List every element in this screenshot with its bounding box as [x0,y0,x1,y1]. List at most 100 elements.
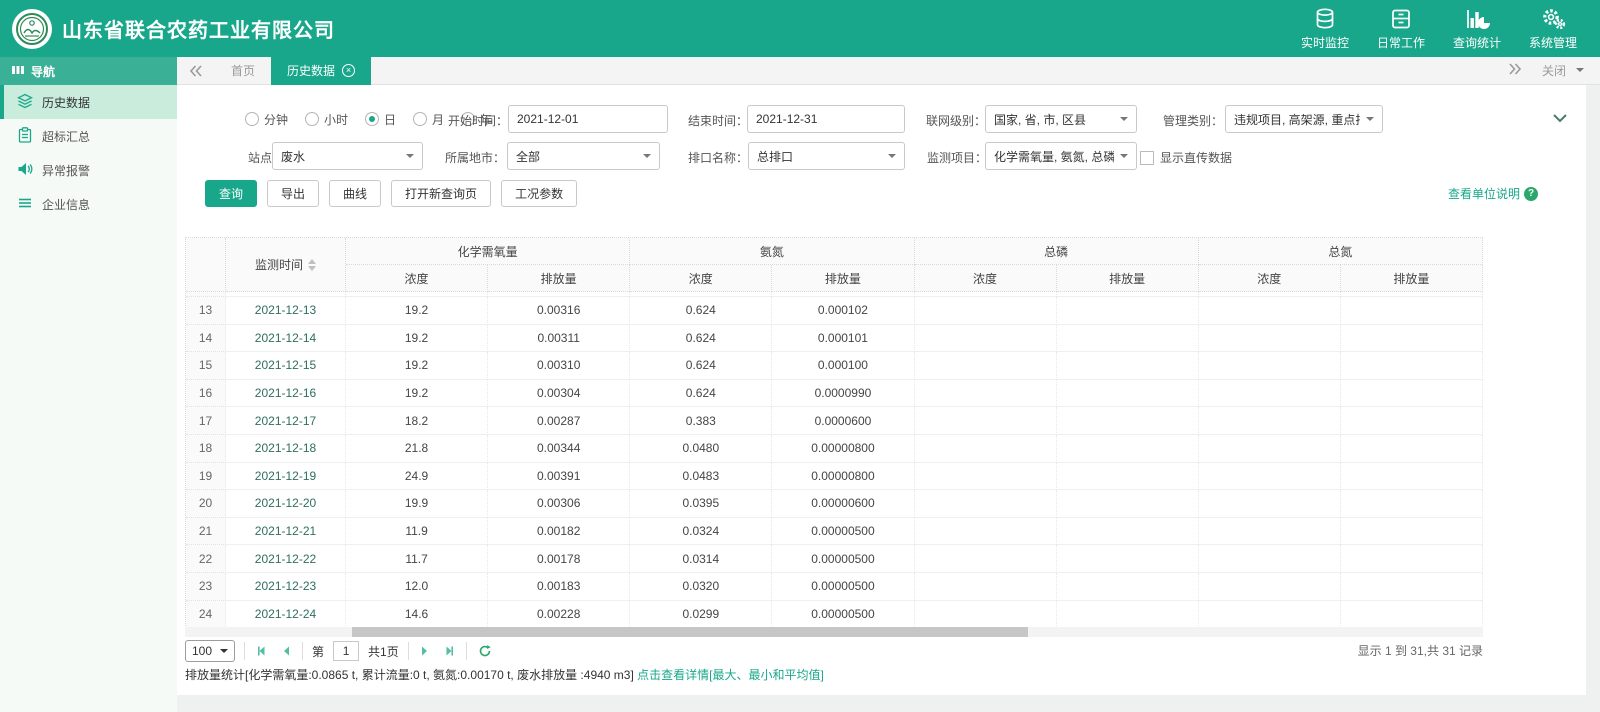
radio-icon [245,112,259,126]
radio-minute[interactable]: 分钟 [245,111,288,128]
value-cell: 19.2 [346,324,489,353]
query-button[interactable]: 查询 [205,180,258,207]
unit-note-link[interactable]: 查看单位说明 ? [1448,185,1538,202]
chevron-down-icon [1120,117,1128,125]
close-tabs-menu[interactable]: 关闭 [1542,62,1584,79]
table-row[interactable]: 21 2021-12-21 11.9 0.00182 0.0324 0.00000500 [186,517,1483,546]
sidebar-item-history-data[interactable]: 历史数据 [0,85,177,119]
sidebar-title: 导航 [0,57,177,85]
export-button[interactable]: 导出 [267,180,320,207]
monitor-time-cell: 2021-12-14 [226,324,346,353]
value-cell [914,517,1057,546]
manage-type-label: 管理类别： [1163,114,1224,128]
nav-system-manage[interactable]: 系统管理 [1522,7,1584,51]
tab-home[interactable]: 首页 [215,57,271,85]
sub-header-emis: 排放量 [1056,265,1199,292]
table-row[interactable]: 14 2021-12-14 19.2 0.00311 0.624 0.000101 [186,324,1483,353]
chevron-down-icon [220,648,229,657]
nav-query-stats[interactable]: 查询统计 [1446,7,1508,51]
row-index-cell: 17 [186,407,226,435]
records-summary: 显示 1 到 31,共 31 记录 [1357,644,1483,658]
table-row[interactable]: 13 2021-12-13 19.2 0.00316 0.624 0.000102 [186,297,1483,325]
manage-type-select[interactable]: 违规项目, 高架源, 重点排污 [1225,105,1383,133]
next-page-button[interactable] [418,645,432,657]
value-cell: 0.0000600 [772,407,915,435]
condition-params-button[interactable]: 工况参数 [501,180,578,207]
table-row[interactable]: 22 2021-12-22 11.7 0.00178 0.0314 0.00000500 [186,545,1483,573]
direct-data-checkbox[interactable]: 显示直传数据 [1140,149,1232,166]
monitor-time-cell: 2021-12-18 [226,434,346,463]
pagination-bar: 100 第 共1页 [185,638,494,664]
start-time-input[interactable]: 2021-12-01 [508,105,668,133]
radio-icon [413,112,428,126]
monitor-time-cell: 2021-12-23 [226,572,346,601]
table-row[interactable]: 16 2021-12-16 19.2 0.00304 0.624 0.0000990 [186,379,1483,408]
value-cell [1340,517,1483,546]
horizontal-scrollbar[interactable] [185,627,1483,637]
view-detail-link[interactable]: 点击查看详情[最大、最小和平均值] [637,668,824,682]
sidebar-item-exceed-summary[interactable]: 超标汇总 [0,119,177,153]
checkbox-icon [1140,150,1154,165]
scrollbar-thumb[interactable] [352,627,1028,637]
divider [465,642,467,660]
value-cell [1340,297,1483,325]
collapse-filters-icon[interactable] [1552,111,1568,128]
value-cell: 0.0324 [630,517,773,546]
tab-close-icon[interactable]: × [342,64,356,77]
page-number-input[interactable] [333,641,360,661]
group-header-cod: 化学需氧量 [346,238,631,265]
station-type-select[interactable]: 废水 [272,142,423,170]
table-body: 13 2021-12-13 19.2 0.00316 0.624 0.000102 14 20… [186,292,1483,629]
table-row[interactable]: 23 2021-12-23 12.0 0.00183 0.0320 0.00000500 [186,572,1483,601]
value-cell: 19.2 [346,297,489,325]
tab-history-data[interactable]: 历史数据 × [271,56,372,85]
nav-daily-work[interactable]: 日常工作 [1370,7,1432,51]
filter-row-2: 站点类型： 废水 所属地市： 全部 排口名称： 总排口 监测项目： 化学需氧量,… [177,142,1586,170]
value-cell [1340,462,1483,491]
open-new-query-button[interactable]: 打开新查询页 [391,180,492,207]
monitor-time-cell: 2021-12-22 [226,545,346,573]
last-page-button[interactable] [441,645,457,657]
value-cell [1056,379,1199,408]
alert-icon [17,161,33,180]
city-select[interactable]: 全部 [507,142,660,170]
monitor-items-select[interactable]: 化学需氧量, 氨氮, 总磷, 总氮 [985,142,1137,170]
curve-button[interactable]: 曲线 [329,180,382,207]
value-cell [1198,572,1341,601]
radio-hour[interactable]: 小时 [305,111,348,128]
app-header: 山东省联合农药工业有限公司 实时监控 日常工作 查询统计 系统管理 [0,0,1600,57]
radio-icon [305,112,320,126]
value-cell [914,490,1057,518]
sidebar-item-company-info[interactable]: 企业信息 [0,187,177,221]
first-page-button[interactable] [254,645,270,657]
table-row[interactable]: 15 2021-12-15 19.2 0.00310 0.624 0.000100 [186,352,1483,380]
sidebar-item-abnormal-alarm[interactable]: 异常报警 [0,153,177,187]
radio-day[interactable]: 日 [365,111,396,128]
row-index-cell: 19 [186,462,226,491]
tabs-scroll-left-icon[interactable] [177,64,215,77]
outlet-select[interactable]: 总排口 [748,142,905,170]
table-row[interactable]: 19 2021-12-19 24.9 0.00391 0.0483 0.00000800 [186,462,1483,491]
table-row[interactable]: 17 2021-12-17 18.2 0.00287 0.383 0.0000600 [186,407,1483,435]
value-cell [1340,490,1483,518]
value-cell: 0.00178 [488,545,631,573]
value-cell [914,434,1057,463]
tabs-scroll-right-icon[interactable] [1508,63,1522,78]
sort-icon[interactable] [308,255,316,275]
value-cell [1198,490,1341,518]
table-row[interactable]: 18 2021-12-18 21.8 0.00344 0.0480 0.00000800 [186,434,1483,463]
table-row[interactable]: 20 2021-12-20 19.9 0.00306 0.0395 0.00000600 [186,490,1483,518]
nav-realtime-monitor[interactable]: 实时监控 [1294,7,1356,51]
radio-month[interactable]: 月 [413,111,444,128]
monitor-time-header[interactable]: 监测时间 [226,238,346,292]
end-time-input[interactable]: 2021-12-31 [747,105,905,133]
network-level-select[interactable]: 国家, 省, 市, 区县 [985,105,1137,133]
row-index-cell: 21 [186,517,226,546]
company-logo-icon [12,8,52,49]
page-size-select[interactable]: 100 [185,640,236,662]
value-cell: 0.00304 [488,379,631,408]
table-row[interactable]: 24 2021-12-24 14.6 0.00228 0.0299 0.00000500 [186,600,1483,629]
prev-page-button[interactable] [279,645,293,657]
refresh-icon[interactable] [476,644,494,658]
sub-header-conc: 浓度 [914,265,1057,292]
